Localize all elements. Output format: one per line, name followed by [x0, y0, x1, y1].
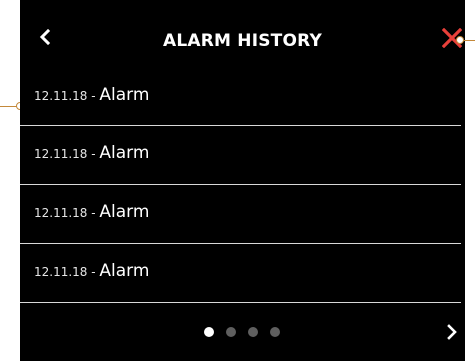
- alarm-separator: -: [87, 265, 100, 279]
- alarm-label: Alarm: [99, 85, 150, 105]
- chevron-right-icon: [447, 324, 457, 340]
- alarm-history-screen: ALARM HISTORY 12.11.18 - Alarm 12.11.18 …: [20, 0, 465, 361]
- page-dot-4[interactable]: [270, 327, 280, 337]
- alarm-separator: -: [87, 147, 100, 161]
- alarm-entry: 12.11.18 - Alarm: [34, 143, 149, 163]
- list-item[interactable]: 12.11.18 - Alarm: [20, 68, 465, 126]
- alarm-label: Alarm: [99, 261, 150, 281]
- list-item[interactable]: 12.11.18 - Alarm: [20, 185, 465, 243]
- list-item[interactable]: 12.11.18 - Alarm: [20, 126, 465, 184]
- alarm-date: 12.11.18: [34, 265, 88, 279]
- page-dot-1[interactable]: [204, 327, 214, 337]
- page-indicator: [204, 327, 280, 337]
- page-dot-3[interactable]: [248, 327, 258, 337]
- alarm-date: 12.11.18: [34, 147, 88, 161]
- callout-marker-right: [456, 36, 464, 44]
- alarm-label: Alarm: [99, 143, 150, 163]
- alarm-separator: -: [87, 89, 100, 103]
- alarm-separator: -: [87, 206, 100, 220]
- alarm-entry: 12.11.18 - Alarm: [34, 261, 149, 281]
- alarm-entry: 12.11.18 - Alarm: [34, 202, 149, 222]
- alarm-date: 12.11.18: [34, 206, 88, 220]
- next-page-button[interactable]: [444, 322, 460, 342]
- alarm-entry: 12.11.18 - Alarm: [34, 85, 149, 105]
- divider: [20, 302, 461, 303]
- alarm-date: 12.11.18: [34, 89, 88, 103]
- alarm-label: Alarm: [99, 202, 150, 222]
- page-title: ALARM HISTORY: [163, 31, 322, 51]
- list-item[interactable]: 12.11.18 - Alarm: [20, 244, 465, 302]
- page-dot-2[interactable]: [226, 327, 236, 337]
